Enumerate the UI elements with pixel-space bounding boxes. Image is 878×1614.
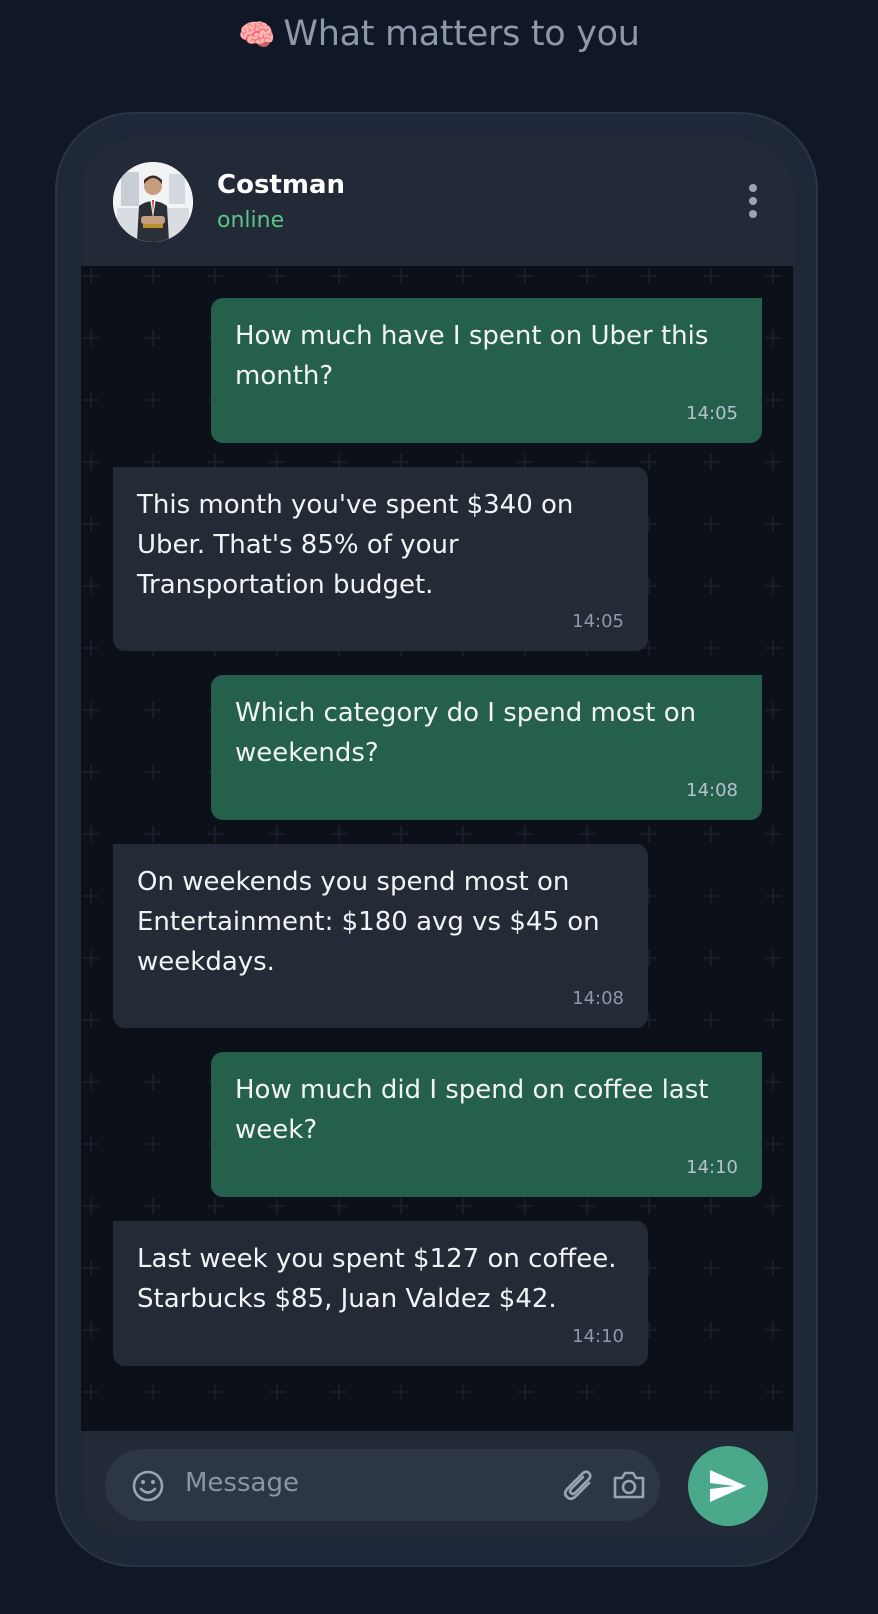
send-button[interactable] [688, 1446, 768, 1526]
page-heading-text: What matters to you [283, 14, 640, 54]
chat-screen: Costman online How much have I spent on … [81, 138, 793, 1540]
message-list[interactable]: How much have I spent on Uber this month… [81, 266, 793, 1431]
message-time: 14:05 [572, 611, 624, 632]
message-text: On weekends you spend most on Entertainm… [137, 867, 600, 977]
message-time: 14:08 [572, 988, 624, 1009]
more-options-icon[interactable] [745, 184, 761, 224]
message-time: 14:05 [686, 403, 738, 424]
message-text: This month you've spent $340 on Uber. Th… [137, 490, 574, 600]
message-bubble-incoming[interactable]: This month you've spent $340 on Uber. Th… [113, 467, 648, 651]
message-bubble-outgoing[interactable]: How much did I spend on coffee last week… [211, 1052, 762, 1197]
message-placeholder[interactable]: Message [185, 1468, 299, 1498]
emoji-icon[interactable] [131, 1469, 165, 1503]
message-input[interactable]: Message [105, 1449, 660, 1521]
send-icon [710, 1470, 746, 1502]
message-text: Which category do I spend most on weeken… [235, 698, 697, 768]
camera-icon[interactable] [611, 1469, 647, 1501]
message-bubble-outgoing[interactable]: How much have I spent on Uber this month… [211, 298, 762, 443]
avatar[interactable] [113, 162, 193, 242]
message-time: 14:10 [686, 1157, 738, 1178]
paperclip-icon[interactable] [562, 1468, 596, 1504]
brain-icon: 🧠 [238, 18, 276, 53]
contact-name[interactable]: Costman [217, 170, 345, 200]
message-bubble-incoming[interactable]: On weekends you spend most on Entertainm… [113, 844, 648, 1028]
chat-header: Costman online [81, 138, 793, 266]
message-time: 14:10 [572, 1326, 624, 1347]
page-heading: 🧠 What matters to you [0, 14, 878, 54]
message-time: 14:08 [686, 780, 738, 801]
message-bubble-outgoing[interactable]: Which category do I spend most on weeken… [211, 675, 762, 820]
avatar-image [113, 162, 193, 242]
message-text: Last week you spent $127 on coffee. Star… [137, 1244, 617, 1314]
message-text: How much have I spent on Uber this month… [235, 321, 709, 391]
message-text: How much did I spend on coffee last week… [235, 1075, 709, 1145]
message-composer: Message [81, 1431, 793, 1540]
contact-status: online [217, 208, 285, 233]
message-bubble-incoming[interactable]: Last week you spent $127 on coffee. Star… [113, 1221, 648, 1366]
